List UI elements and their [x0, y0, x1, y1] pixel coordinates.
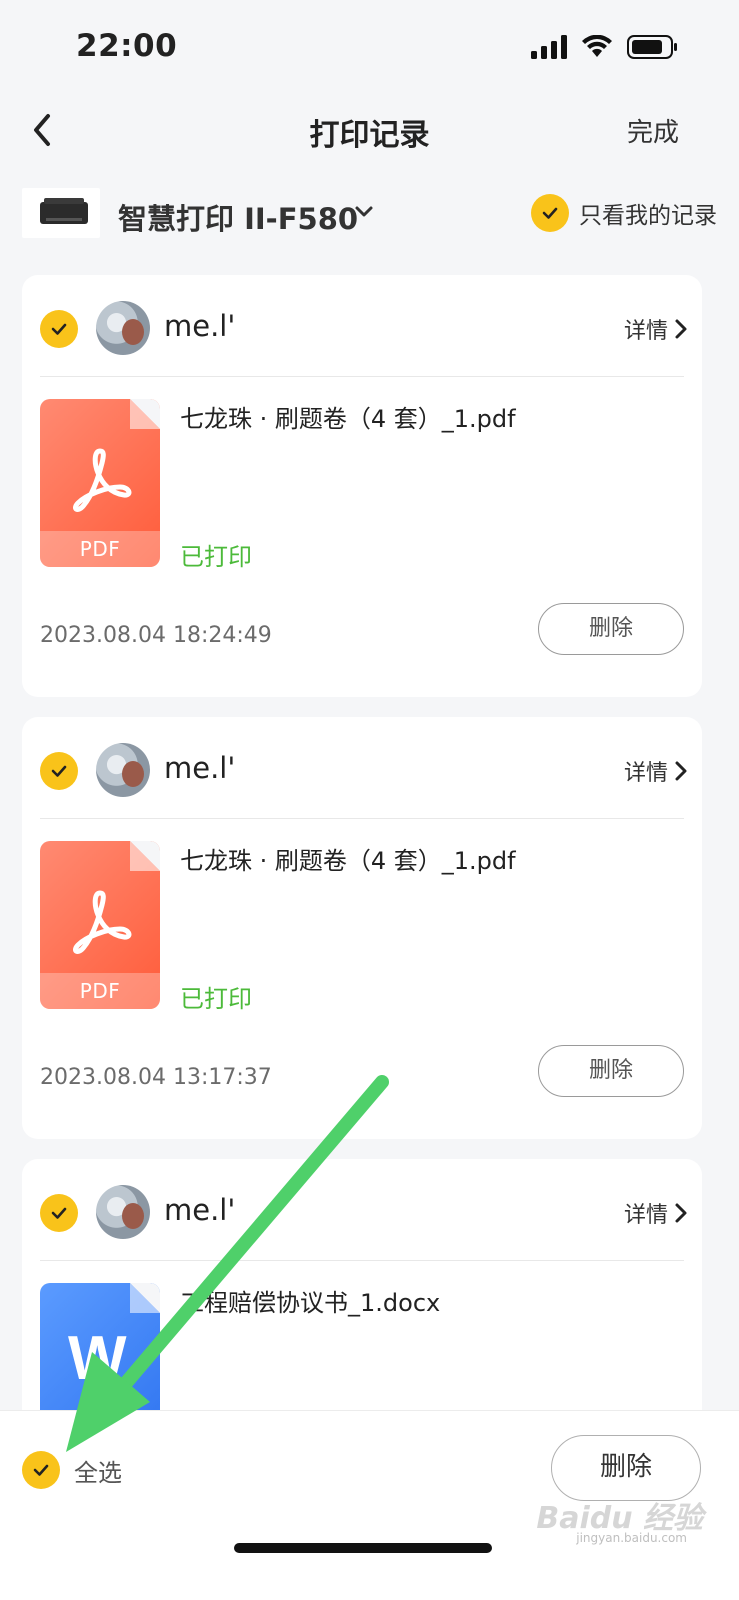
status-bar: 22:00	[0, 0, 739, 100]
print-status: 已打印	[180, 985, 252, 1013]
record-card: me.l' 详情 PDF 七龙珠 · 刷题卷（4 套）_1.pdf 已打印 20…	[22, 275, 702, 697]
check-icon[interactable]	[531, 194, 569, 232]
status-icons	[531, 34, 679, 60]
details-link[interactable]: 详情	[624, 755, 688, 787]
pdf-icon: PDF	[40, 399, 160, 567]
nav-bar: 打印记录 完成	[0, 100, 739, 160]
device-row: 智慧打印 II-F580 只看我的记录	[22, 188, 717, 240]
chevron-right-icon	[675, 1203, 687, 1223]
bottom-action-bar: 全选 删除 Baidu 经验 jingyan.baidu.com	[0, 1410, 739, 1600]
check-icon[interactable]	[40, 310, 78, 348]
avatar	[96, 1185, 150, 1239]
chevron-right-icon	[675, 761, 687, 781]
signal-icon	[531, 35, 567, 59]
word-glyph: W	[68, 1324, 127, 1393]
home-indicator	[234, 1543, 492, 1553]
only-mine-toggle[interactable]: 只看我的记录	[531, 194, 717, 232]
check-icon[interactable]	[40, 1194, 78, 1232]
select-all-toggle[interactable]: 全选	[22, 1451, 122, 1489]
details-link[interactable]: 详情	[624, 313, 688, 345]
delete-button[interactable]: 删除	[538, 1045, 684, 1097]
bulk-delete-button[interactable]: 删除	[551, 1435, 701, 1501]
print-status: 已打印	[180, 543, 252, 571]
details-label: 详情	[623, 1203, 668, 1228]
battery-icon	[627, 35, 677, 59]
device-selector[interactable]: 智慧打印 II-F580	[118, 196, 358, 238]
record-header: me.l' 详情	[40, 301, 688, 357]
delete-button[interactable]: 删除	[538, 603, 684, 655]
file-type-label: PDF	[40, 531, 160, 567]
details-label: 详情	[623, 319, 668, 344]
timestamp: 2023.08.04 13:17:37	[40, 1065, 272, 1090]
file-name: 七龙珠 · 刷题卷（4 套）_1.pdf	[180, 847, 516, 875]
divider	[40, 1260, 684, 1261]
record-card: me.l' 详情 PDF 七龙珠 · 刷题卷（4 套）_1.pdf 已打印 20…	[22, 717, 702, 1139]
username: me.l'	[164, 751, 236, 785]
details-link[interactable]: 详情	[624, 1197, 688, 1229]
watermark-url: jingyan.baidu.com	[576, 1531, 687, 1545]
username: me.l'	[164, 309, 236, 343]
record-header: me.l' 详情	[40, 1185, 688, 1241]
divider	[40, 376, 684, 377]
username: me.l'	[164, 1193, 236, 1227]
only-mine-label: 只看我的记录	[579, 203, 717, 229]
select-all-label: 全选	[74, 1458, 122, 1487]
wifi-icon	[582, 35, 612, 57]
check-icon[interactable]	[22, 1451, 60, 1489]
avatar	[96, 301, 150, 355]
details-label: 详情	[623, 761, 668, 786]
timestamp: 2023.08.04 18:24:49	[40, 623, 272, 648]
chevron-down-icon[interactable]	[352, 200, 376, 224]
avatar	[96, 743, 150, 797]
record-header: me.l' 详情	[40, 743, 688, 799]
file-name: 七龙珠 · 刷题卷（4 套）_1.pdf	[180, 405, 516, 433]
chevron-right-icon	[675, 319, 687, 339]
divider	[40, 818, 684, 819]
check-icon[interactable]	[40, 752, 78, 790]
file-name: 工程赔偿协议书_1.docx	[180, 1289, 441, 1317]
printer-image	[22, 188, 100, 238]
file-type-label: PDF	[40, 973, 160, 1009]
status-time: 22:00	[76, 28, 178, 64]
done-button[interactable]: 完成	[627, 112, 679, 149]
pdf-icon: PDF	[40, 841, 160, 1009]
